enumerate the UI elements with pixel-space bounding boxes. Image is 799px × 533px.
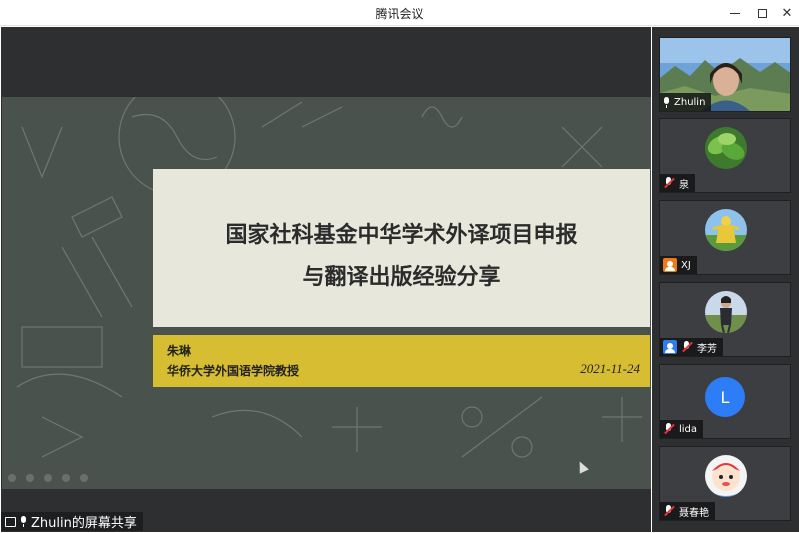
participant-label: 泉 (660, 174, 695, 192)
participant-name: 聂春艳 (679, 507, 709, 519)
participant-name: 泉 (679, 179, 689, 191)
slide-date: 2021-11-24 (580, 361, 640, 376)
mic-muted-icon (663, 505, 675, 517)
slide-control-dot[interactable] (44, 474, 52, 482)
participant-tile[interactable]: 李芳 (659, 282, 791, 357)
slide-author-name: 朱琳 (167, 344, 192, 358)
slide-controls (8, 472, 88, 484)
slide-title-panel: 国家社科基金中华学术外译项目申报 与翻译出版经验分享 (153, 169, 650, 327)
avatar (705, 455, 747, 497)
participant-tile[interactable]: 聂春艳 (659, 446, 791, 521)
slide-control-dot[interactable] (26, 474, 34, 482)
participant-tile[interactable]: XJ (659, 200, 791, 275)
person-icon (663, 340, 677, 354)
mic-icon (663, 96, 670, 108)
screen-share-view[interactable]: 国家社科基金中华学术外译项目申报 与翻译出版经验分享 朱琳 华侨大学外国语学院教… (1, 27, 651, 532)
avatar (705, 127, 747, 169)
maximize-icon (757, 8, 767, 18)
slide-control-dot[interactable] (62, 474, 70, 482)
close-icon: ✕ (781, 5, 793, 21)
participant-tile[interactable]: 泉 (659, 118, 791, 193)
participant-name: XJ (681, 259, 691, 271)
minimize-button[interactable] (724, 3, 746, 23)
minimize-icon (730, 12, 740, 14)
participant-tile[interactable]: L lida (659, 364, 791, 439)
participant-label: XJ (660, 256, 697, 274)
avatar (705, 209, 747, 251)
participant-label: 聂春艳 (660, 502, 715, 520)
close-button[interactable]: ✕ (776, 3, 798, 23)
mic-muted-icon (663, 423, 675, 435)
participant-name: 李芳 (697, 343, 717, 355)
slide-author-panel: 朱琳 华侨大学外国语学院教授 2021-11-24 (153, 335, 650, 387)
participant-label: lida (660, 420, 704, 438)
slide-title-line-1: 国家社科基金中华学术外译项目申报 (225, 223, 578, 248)
screen-share-icon (5, 516, 16, 527)
participant-label: 李芳 (660, 338, 723, 356)
participant-tile[interactable]: Zhulin (659, 37, 791, 112)
screen-share-label-text: Zhulin的屏幕共享 (31, 516, 137, 531)
screen-share-label: Zhulin的屏幕共享 (1, 512, 143, 531)
maximize-button[interactable] (751, 3, 773, 23)
title-bar: 腾讯会议 ✕ (0, 0, 799, 26)
participant-list: Zhulin 泉 XJ 李芳 L lida 聂春艳 (652, 27, 799, 532)
presentation-slide: 国家社科基金中华学术外译项目申报 与翻译出版经验分享 朱琳 华侨大学外国语学院教… (2, 97, 651, 489)
avatar (705, 291, 747, 333)
mic-muted-icon (681, 341, 693, 353)
slide-control-dot[interactable] (80, 474, 88, 482)
slide-author-institution: 华侨大学外国语学院教授 (167, 364, 300, 378)
participant-label: Zhulin (660, 93, 712, 111)
mic-icon (20, 516, 27, 527)
person-icon (663, 258, 677, 272)
slide-title-line-2: 与翻译出版经验分享 (302, 265, 501, 290)
participant-name: lida (679, 423, 698, 435)
window-title: 腾讯会议 (375, 7, 424, 21)
participant-name: Zhulin (674, 96, 706, 108)
mic-muted-icon (663, 177, 675, 189)
avatar: L (705, 377, 745, 417)
slide-control-dot[interactable] (8, 474, 16, 482)
